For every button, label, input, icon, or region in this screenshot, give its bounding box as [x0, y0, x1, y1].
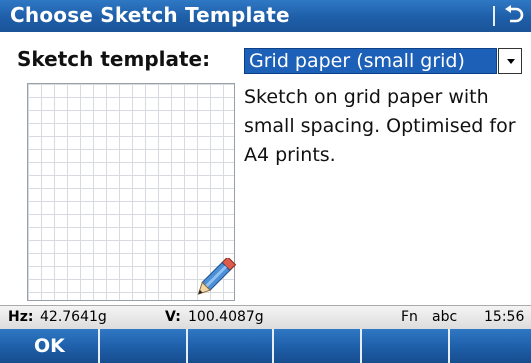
- pencil-icon: [190, 256, 240, 304]
- hz-value: 42.7641g: [40, 309, 107, 325]
- back-arrow-icon[interactable]: [500, 3, 526, 29]
- title-bar: Choose Sketch Template: [0, 0, 531, 32]
- title-separator: [493, 6, 495, 26]
- hz-label: Hz:: [8, 309, 34, 325]
- v-value: 100.4087g: [188, 309, 264, 325]
- input-mode: abc: [432, 309, 458, 325]
- softkey-4[interactable]: [274, 329, 362, 363]
- fn-indicator: Fn: [401, 309, 418, 325]
- sketch-template-select[interactable]: Grid paper (small grid): [244, 48, 522, 74]
- dropdown-arrow-icon[interactable]: [498, 48, 522, 74]
- softkey-2[interactable]: [100, 329, 188, 363]
- clock: 15:56: [484, 309, 525, 325]
- ok-button-label: OK: [34, 335, 65, 357]
- template-description: Sketch on grid paper with small spacing.…: [244, 86, 516, 166]
- softkey-5[interactable]: [362, 329, 450, 363]
- status-bar: Hz: 42.7641g V: 100.4087g Fn abc 15:56: [0, 305, 531, 329]
- page-title: Choose Sketch Template: [10, 3, 290, 27]
- softkey-3[interactable]: [188, 329, 274, 363]
- selected-template-value[interactable]: Grid paper (small grid): [249, 50, 465, 72]
- sketch-template-label: Sketch template:: [17, 47, 211, 71]
- ok-button[interactable]: OK: [0, 329, 100, 363]
- softkey-bar: OK: [0, 329, 531, 363]
- softkey-6[interactable]: [450, 329, 531, 363]
- v-label: V:: [165, 309, 181, 325]
